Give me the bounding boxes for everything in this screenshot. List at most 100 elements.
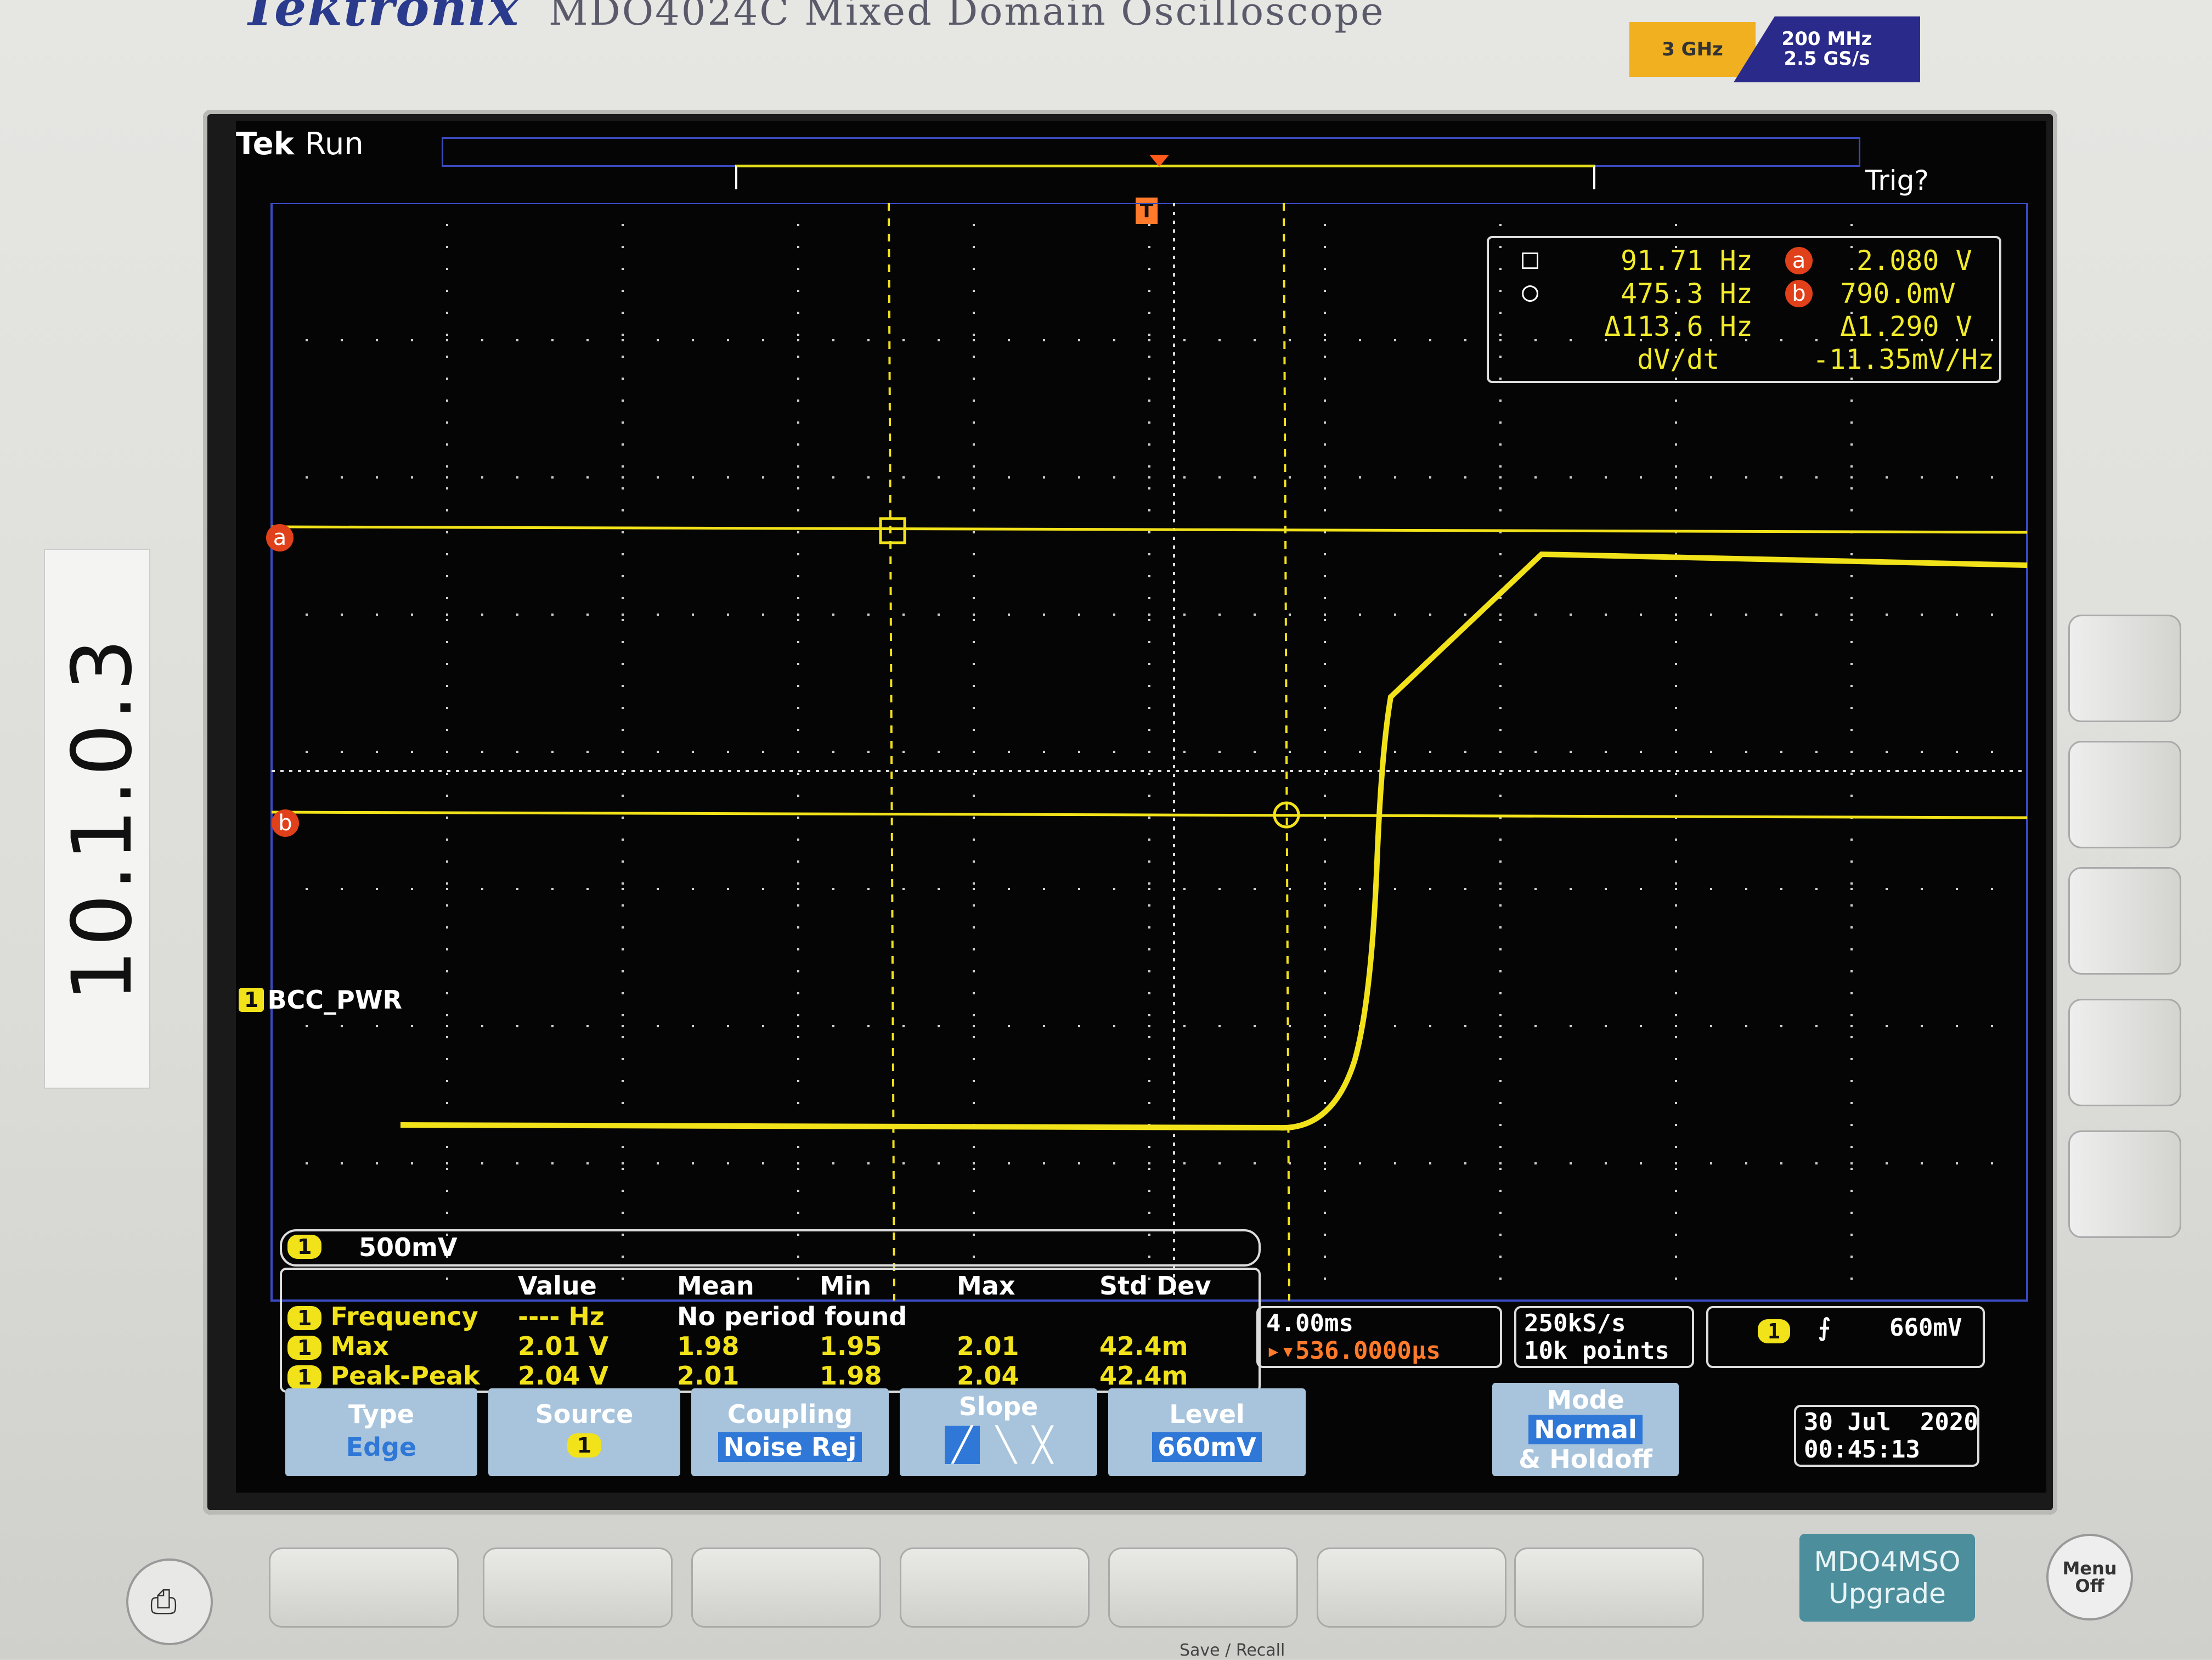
bottom-button-4[interactable] [900, 1548, 1090, 1628]
softkey-level[interactable]: Level 660mV [1108, 1388, 1306, 1476]
measurement-statistics: Value Mean Min Max Std Dev 1 Frequency -… [280, 1268, 1261, 1393]
grid-dot [1324, 795, 1326, 797]
grid-dot [1008, 1162, 1010, 1164]
row-mean: 2.01 [677, 1361, 740, 1391]
softkey-mode[interactable]: Mode Normal & Holdoff [1492, 1383, 1679, 1476]
grid-dot [1008, 1025, 1010, 1027]
grid-dot [411, 888, 413, 890]
grid-dot [1464, 888, 1466, 890]
scale-channel-badge: 1 [287, 1235, 322, 1259]
grid-dot [1850, 882, 1853, 885]
grid-dot [446, 334, 448, 336]
grid-dot [762, 751, 764, 753]
grid-dot [1324, 246, 1326, 248]
side-button-5[interactable] [2068, 1130, 2181, 1238]
rising-slope-icon[interactable]: ╱ [944, 1426, 980, 1464]
grid-dot [1921, 1162, 1923, 1164]
grid-dot [973, 751, 975, 753]
grid-dot [797, 290, 799, 292]
grid-dot [1675, 1278, 1677, 1280]
grid-dot [692, 339, 694, 341]
delay-value: ▸▾536.0000µs [1266, 1337, 1441, 1365]
trigger-state: Trig? [1865, 165, 1929, 196]
grid-dot [797, 421, 799, 424]
grid-dot [797, 356, 799, 358]
grid-dot [1675, 443, 1677, 446]
bottom-button-5[interactable] [1108, 1548, 1298, 1628]
grid-dot [1148, 619, 1150, 621]
softkey-source[interactable]: Source 1 [488, 1388, 680, 1476]
side-button-2[interactable] [2068, 741, 2181, 848]
grid-dot [1499, 1058, 1502, 1060]
grid-dot [481, 1162, 483, 1164]
grid-dot [973, 614, 975, 616]
grid-dot [1745, 476, 1747, 479]
grid-dot [1394, 476, 1396, 479]
grid-dot [1850, 619, 1853, 621]
grid-dot [1464, 614, 1466, 616]
grid-dot [1886, 476, 1888, 479]
bottom-button-3[interactable] [691, 1548, 881, 1628]
grid-dot [1921, 476, 1923, 479]
softkey-coupling[interactable]: Coupling Noise Rej [691, 1388, 889, 1476]
grid-dot [1289, 614, 1291, 616]
upgrade-button[interactable]: MDO4MSO Upgrade [1799, 1534, 1975, 1622]
grid-dot [411, 751, 413, 753]
grid-dot [516, 614, 518, 616]
bottom-button-1[interactable] [269, 1548, 459, 1628]
grid-dot [622, 224, 624, 226]
grid-dot [1850, 860, 1853, 863]
menu-off-button[interactable]: Menu Off [2046, 1534, 2133, 1620]
grid-dot [1429, 888, 1431, 890]
grid-dot [973, 707, 975, 709]
grid-dot [1640, 1025, 1642, 1027]
grid-dot [1675, 1014, 1677, 1016]
grid-dot [692, 476, 694, 479]
bottom-button-7[interactable] [1514, 1548, 1704, 1628]
grid-dot [902, 751, 905, 753]
grid-dot [446, 224, 448, 226]
softkey-slope[interactable]: Slope ╱ ╲ ╳ [900, 1388, 1097, 1476]
either-slope-icon[interactable]: ╳ [1032, 1426, 1052, 1464]
grid-dot [1113, 1162, 1115, 1164]
grid-dot [1675, 1124, 1677, 1126]
grid-dot [1499, 992, 1502, 994]
grid-dot [762, 476, 764, 479]
grid-dot [586, 476, 589, 479]
grid-dot [1429, 614, 1431, 616]
grid-dot [446, 641, 448, 643]
circle-frequency: 475.3 Hz [1621, 278, 1753, 310]
side-button-3[interactable] [2068, 867, 2181, 975]
grid-dot [973, 904, 975, 907]
grid-dot [1850, 773, 1853, 775]
grid-dot [622, 970, 624, 972]
grid-dot [1324, 1124, 1326, 1126]
grid-dot [1324, 1102, 1326, 1104]
rising-edge-icon: ⨍ [1818, 1314, 1831, 1342]
grid-dot [1499, 839, 1502, 841]
grid-dot [1710, 1162, 1712, 1164]
grid-dot [973, 597, 975, 599]
bottom-button-2[interactable] [483, 1548, 673, 1628]
side-button-1[interactable] [2068, 615, 2181, 722]
side-button-4[interactable] [2068, 999, 2181, 1106]
grid-dot [481, 339, 483, 341]
grid-dot [797, 1168, 799, 1170]
grid-dot [1499, 641, 1502, 643]
delta-frequency: Δ113.6 Hz [1604, 311, 1753, 342]
falling-slope-icon[interactable]: ╲ [996, 1426, 1016, 1464]
bottom-button-6[interactable] [1317, 1548, 1506, 1628]
grid-dot [1324, 1162, 1326, 1164]
grid-dot [1850, 751, 1853, 753]
grid-dot [446, 970, 448, 972]
print-button[interactable]: ⎙ [126, 1558, 213, 1645]
grid-dot [1148, 948, 1150, 950]
grid-dot [1464, 1162, 1466, 1164]
grid-dot [1675, 948, 1677, 950]
grid-dot [1359, 614, 1361, 616]
grid-dot [1499, 882, 1502, 885]
grid-dot [446, 339, 448, 341]
grid-dot [1078, 476, 1080, 479]
softkey-title: Source [535, 1399, 634, 1429]
softkey-type[interactable]: Type Edge [285, 1388, 477, 1476]
